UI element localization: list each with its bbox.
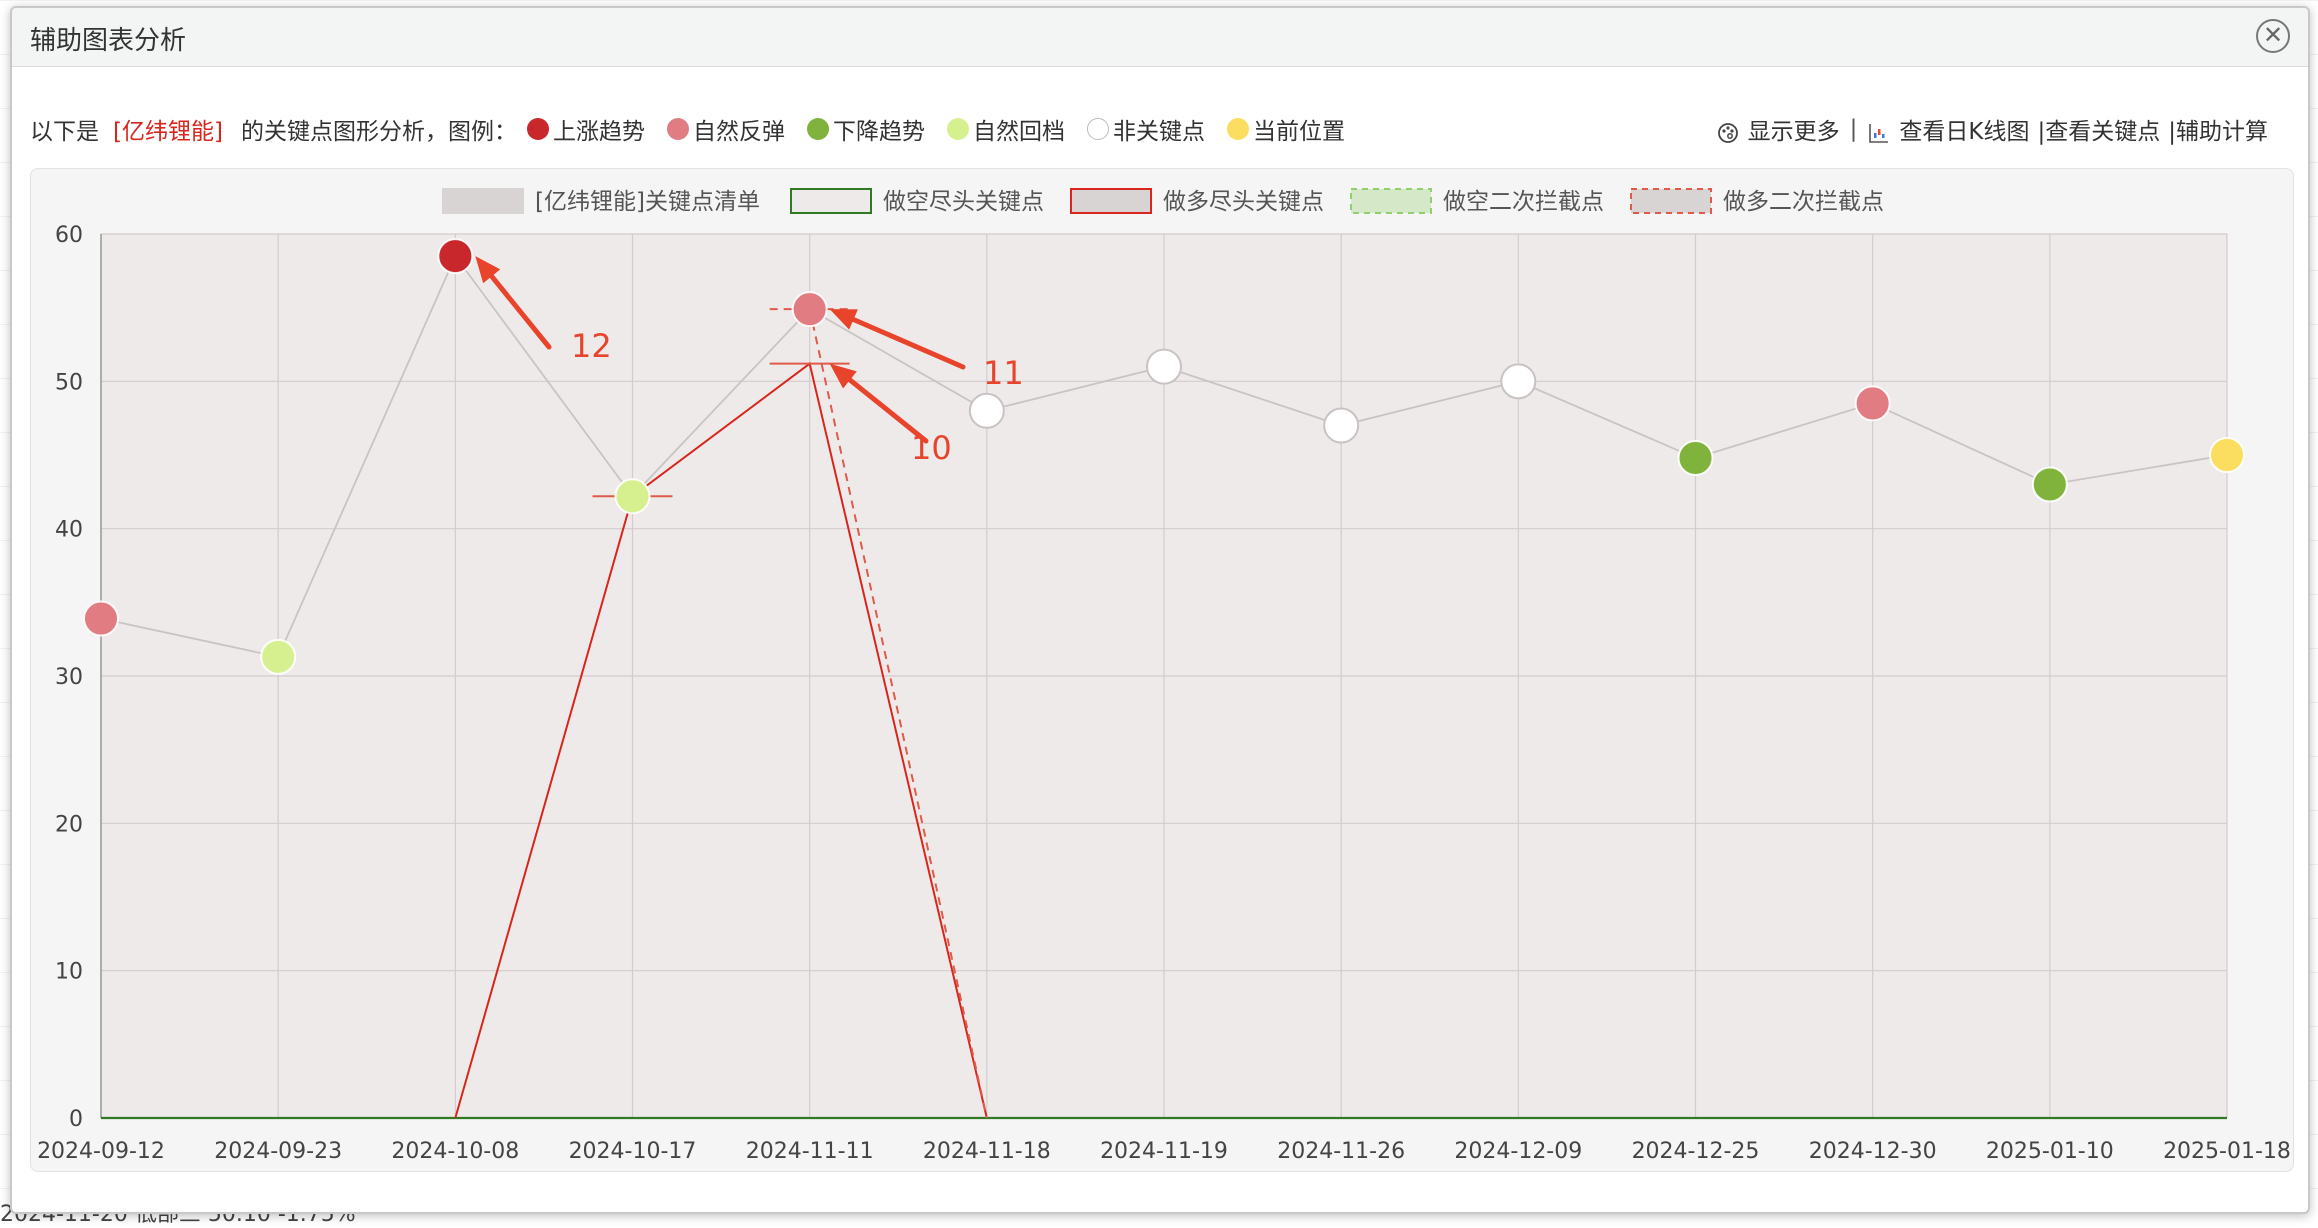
daily-k-label: 查看日K线图	[1899, 119, 2030, 145]
legend-pullback: 自然回档	[946, 112, 1065, 146]
downtrend-dot-icon	[806, 118, 829, 140]
legend-swatch	[1070, 188, 1152, 214]
y-tick-label: 50	[55, 370, 83, 395]
legend-swatch	[1630, 188, 1712, 214]
daily-k-link[interactable]: 查看日K线图	[1867, 112, 2030, 146]
palette-icon	[1717, 122, 1738, 143]
x-tick-label: 2024-11-19	[1100, 1139, 1228, 1164]
annotation-label: 10	[911, 429, 952, 467]
x-tick-label: 2024-11-18	[923, 1139, 1051, 1164]
current-dot-icon	[1226, 118, 1249, 140]
x-tick-label: 2024-11-26	[1277, 1139, 1405, 1164]
x-tick-label: 2024-12-09	[1454, 1139, 1582, 1164]
y-tick-label: 30	[55, 665, 83, 690]
links-separator: |	[1849, 116, 1858, 142]
legend-current: 当前位置	[1226, 112, 1345, 146]
legend-swatch	[442, 188, 524, 214]
data-point	[2031, 466, 2068, 503]
legend-label: [亿纬锂能]关键点清单	[535, 189, 760, 215]
data-point	[83, 600, 119, 637]
y-tick-label: 10	[55, 960, 83, 985]
x-tick-label: 2024-12-25	[1632, 1139, 1760, 1164]
legend-label: 做多二次拦截点	[1723, 189, 1884, 215]
legend-swatch	[790, 188, 872, 214]
legend-downtrend: 下降趋势	[806, 112, 925, 146]
data-point	[260, 638, 297, 675]
chart-icon	[1869, 123, 1889, 143]
x-tick-label: 2024-09-23	[214, 1139, 342, 1164]
data-point	[1500, 363, 1537, 400]
legend-downtrend-label: 下降趋势	[832, 119, 925, 145]
x-tick-label: 2024-10-17	[569, 1139, 697, 1164]
legend-info-bar: 以下是 [亿纬锂能] 的关键点图形分析，图例： 上涨趋势 自然反弹 下降趋势 自…	[30, 112, 1367, 146]
dialog-titlebar: 辅助图表分析 ✕	[12, 8, 2308, 67]
calc-link[interactable]: |辅助计算	[2168, 112, 2268, 146]
x-tick-label: 2025-01-18	[2163, 1139, 2291, 1164]
data-point	[1146, 348, 1182, 385]
legend-rebound-label: 自然反弹	[692, 119, 785, 145]
stock-name: [亿纬锂能]	[113, 119, 223, 145]
toolbar-links: 显示更多 | 查看日K线图 |查看关键点 |辅助计算	[1716, 112, 2268, 146]
x-tick-label: 2024-11-11	[746, 1139, 874, 1164]
legend-uptrend: 上涨趋势	[526, 112, 645, 146]
data-point	[791, 291, 828, 328]
x-tick-label: 2024-10-08	[391, 1139, 519, 1164]
y-tick-label: 0	[69, 1107, 83, 1132]
x-tick-label: 2024-09-12	[37, 1139, 165, 1164]
close-icon[interactable]: ✕	[2256, 19, 2290, 53]
dialog-title: 辅助图表分析	[30, 26, 187, 56]
info-prefix: 以下是	[30, 119, 99, 145]
show-more-label: 显示更多	[1747, 119, 1840, 145]
legend-pullback-label: 自然回档	[972, 119, 1065, 145]
x-tick-label: 2025-01-10	[1986, 1139, 2114, 1164]
chart-panel: 0 10 20 30 40 50 60 2024-09-12 2024-09-23 2024-10…	[30, 168, 2294, 1172]
legend-current-label: 当前位置	[1252, 119, 1345, 145]
data-point	[1323, 407, 1360, 444]
y-tick-label: 60	[55, 223, 83, 248]
data-point	[437, 238, 474, 275]
legend-label: 做空二次拦截点	[1443, 189, 1604, 215]
key-points-link[interactable]: |查看关键点	[2038, 112, 2161, 146]
data-point	[1677, 439, 1714, 476]
annotation-label: 11	[983, 354, 1024, 392]
pullback-dot-icon	[946, 118, 969, 140]
info-suffix: 的关键点图形分析，图例：	[240, 119, 517, 145]
legend-label: 做空尽头关键点	[883, 189, 1044, 215]
key-point-chart: 0 10 20 30 40 50 60 2024-09-12 2024-09-23 2024-10…	[37, 188, 2291, 1164]
annotation-label: 12	[571, 327, 612, 365]
legend-swatch	[1350, 188, 1432, 214]
legend-uptrend-label: 上涨趋势	[552, 119, 645, 145]
chart-dialog: 辅助图表分析 ✕ 以下是 [亿纬锂能] 的关键点图形分析，图例： 上涨趋势 自然…	[10, 6, 2310, 1214]
uptrend-dot-icon	[526, 118, 549, 140]
data-point	[2209, 437, 2245, 473]
legend-nonkey-label: 非关键点	[1112, 119, 1205, 145]
y-tick-label: 40	[55, 518, 83, 543]
legend-rebound: 自然反弹	[666, 112, 785, 146]
legend-label: 做多尽头关键点	[1163, 189, 1324, 215]
legend-nonkey: 非关键点	[1086, 112, 1205, 146]
data-point	[614, 478, 651, 515]
x-tick-label: 2024-12-30	[1809, 1139, 1937, 1164]
data-point	[1854, 385, 1891, 422]
y-tick-label: 20	[55, 812, 83, 837]
nonkey-dot-icon	[1086, 118, 1109, 140]
rebound-dot-icon	[666, 118, 689, 140]
data-point	[968, 392, 1005, 429]
show-more-link[interactable]: 显示更多	[1716, 112, 1840, 146]
